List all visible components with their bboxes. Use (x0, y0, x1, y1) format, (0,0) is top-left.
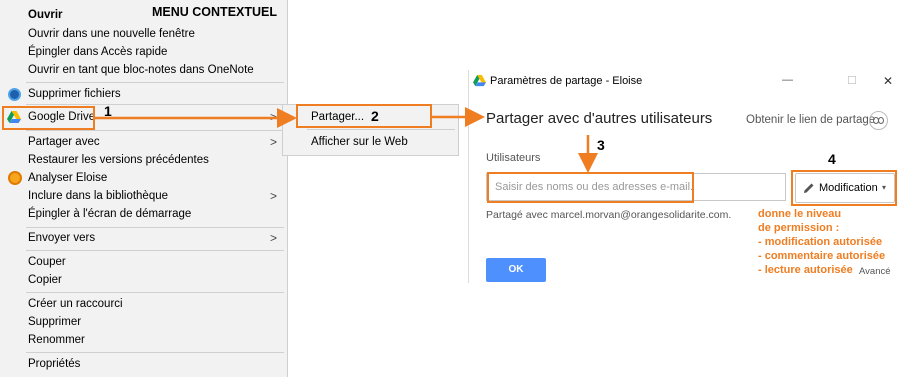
step-number-2: 2 (371, 108, 379, 124)
note-line: de permission : (758, 222, 840, 234)
step-number-3: 3 (597, 137, 605, 153)
step-number-4: 4 (828, 151, 836, 167)
annotation-arrows (95, 107, 598, 173)
note-line: donne le niveau (758, 208, 842, 220)
step-number-1: 1 (104, 103, 112, 119)
note-line: - commentaire autorisée (758, 250, 886, 262)
permission-note: donne le niveau de permission : - modifi… (758, 207, 885, 277)
note-line: - modification autorisée (758, 236, 883, 248)
note-line: - lecture autorisée (758, 264, 853, 276)
